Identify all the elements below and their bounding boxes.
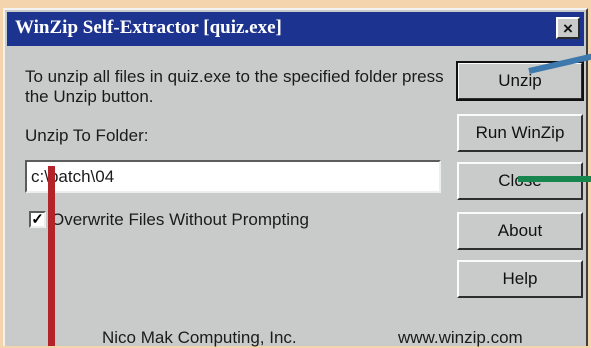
instructions-text: To unzip all files in quiz.exe to the sp… <box>25 67 444 106</box>
help-button[interactable]: Help <box>457 260 583 298</box>
close-icon: × <box>563 18 573 38</box>
website-link[interactable]: www.winzip.com <box>398 328 523 348</box>
close-window-button[interactable]: × <box>556 17 580 39</box>
help-button-label: Help <box>502 269 538 288</box>
unzip-folder-label: Unzip To Folder: <box>25 126 149 145</box>
window-title: WinZip Self-Extractor [quiz.exe] <box>15 17 282 38</box>
title-bar[interactable]: WinZip Self-Extractor [quiz.exe] × <box>7 12 584 46</box>
run-winzip-button[interactable]: Run WinZip <box>457 114 583 152</box>
self-extractor-dialog: WinZip Self-Extractor [quiz.exe] × To un… <box>3 8 588 348</box>
about-button-label: About <box>497 221 543 240</box>
run-winzip-button-label: Run WinZip <box>475 123 565 142</box>
unzip-button[interactable]: Unzip <box>456 61 584 101</box>
annotation-red-line <box>48 166 55 346</box>
unzip-button-label: Unzip <box>498 71 542 90</box>
overwrite-checkbox[interactable]: ✓ <box>29 211 46 228</box>
unzip-folder-input[interactable]: c:\patch\04 <box>25 160 441 193</box>
checkmark-icon: ✓ <box>31 211 44 228</box>
about-button[interactable]: About <box>457 212 583 250</box>
overwrite-label[interactable]: Overwrite Files Without Prompting <box>51 210 309 230</box>
company-name: Nico Mak Computing, Inc. <box>102 328 297 347</box>
annotation-green-line <box>518 176 591 182</box>
